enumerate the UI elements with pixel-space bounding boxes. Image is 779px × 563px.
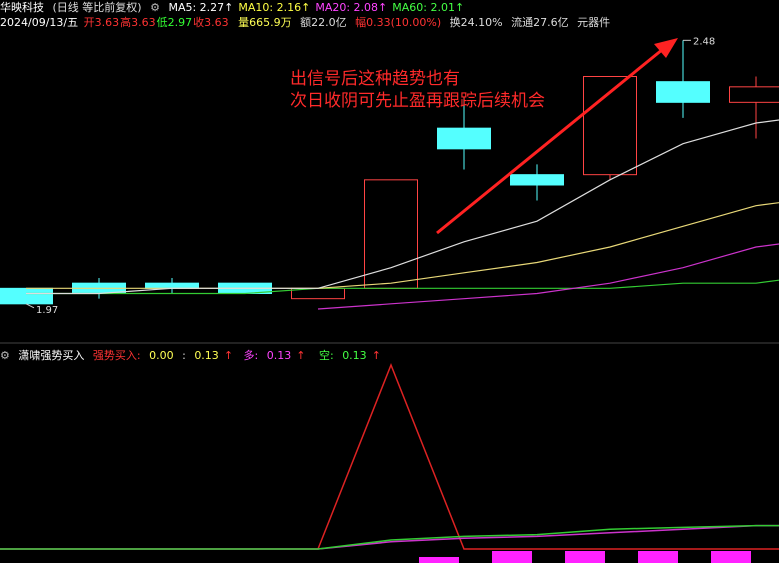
- short-up-arrow: ↑: [371, 349, 381, 362]
- header-row-quote: 2024/09/13/五 开3.63高3.63低2.97收3.63 量665.9…: [0, 16, 615, 30]
- ma-value-0: MA5: 2.27↑: [168, 1, 234, 14]
- ma-value-2: MA20: 2.08↑: [315, 1, 388, 14]
- indicator-name: 潇啸强势买入: [18, 349, 85, 362]
- short-value: 0.13: [342, 349, 367, 362]
- ma-values: MA5: 2.27↑ MA10: 2.16↑ MA20: 2.08↑ MA60: 2.…: [168, 1, 469, 14]
- indicator-settings-gear-icon[interactable]: ⚙: [0, 349, 10, 362]
- candle-body-7: [510, 174, 564, 186]
- signal-line: [0, 362, 779, 550]
- candle-body-6: [437, 127, 491, 150]
- strong-buy-value-1: 0.00: [149, 349, 174, 362]
- change-value: 幅0.33(10.00%): [355, 16, 442, 29]
- period-label: (日线 等比前复权): [52, 1, 142, 14]
- strong-buy-sep: :: [182, 349, 186, 362]
- ma60-line: [26, 279, 779, 295]
- candle-body-10: [729, 86, 779, 103]
- long-up-arrow: ↑: [296, 349, 306, 362]
- ma5-line: [26, 119, 779, 295]
- strong-buy-label: 强势买入: 0.00 : 0.13 ↑: [93, 349, 242, 362]
- short-label: 空:: [318, 349, 334, 362]
- sector-label: 元器件: [577, 16, 611, 29]
- ohlc-value-1: 高3.63: [120, 16, 156, 29]
- high-price-label: 2.48: [693, 36, 715, 47]
- indicator-bar-7: [565, 551, 605, 563]
- strong-buy-label-text: 强势买入:: [92, 349, 141, 362]
- ohlc-values: 开3.63高3.63低2.97收3.63: [84, 16, 230, 29]
- ma-value-1: MA10: 2.16↑: [238, 1, 311, 14]
- indicator-bar-6: [492, 551, 532, 563]
- header-row-ma: 华映科技 (日线 等比前复权) ⚙ MA5: 2.27↑ MA10: 2.16↑ M…: [0, 1, 474, 15]
- ma-value-3: MA60: 2.01↑: [392, 1, 465, 14]
- short-indicator: 空: 0.13 ↑: [319, 349, 386, 362]
- candle-body-2: [145, 282, 199, 289]
- quote-date: 2024/09/13/五: [0, 16, 79, 29]
- ohlc-value-2: 低2.97: [156, 16, 193, 29]
- short-line: [0, 524, 779, 550]
- ma10-line: [26, 202, 779, 289]
- low-price-label: 1.97: [36, 305, 58, 316]
- float-value: 流通27.6亿: [511, 16, 569, 29]
- candle-body-0: [0, 287, 53, 305]
- annotation-line-1: 出信号后这种趋势也有: [290, 69, 460, 89]
- strong-buy-value-2: 0.13: [194, 349, 219, 362]
- ma20-line: [317, 243, 779, 310]
- strong-up-arrow: ↑: [223, 349, 234, 362]
- ohlc-value-0: 开3.63: [83, 16, 120, 29]
- indicator-bar-8: [638, 551, 678, 563]
- long-line: [0, 524, 779, 550]
- indicator-bar-9: [711, 551, 751, 563]
- annotation-line-2: 次日收阴可先止盈再跟踪后续机会: [290, 91, 545, 111]
- indicator-bar-5: [419, 557, 459, 563]
- long-value: 0.13: [266, 349, 292, 362]
- settings-gear-icon[interactable]: ⚙: [150, 1, 160, 14]
- candle-body-5: [364, 179, 418, 289]
- ohlc-value-3: 收3.63: [193, 16, 229, 29]
- indicator-header: ⚙ 潇啸强势买入 强势买入: 0.00 : 0.13 ↑ 多: 0.13 ↑ 空: …: [0, 347, 391, 363]
- turnover-value: 换24.10%: [449, 16, 503, 29]
- candle-body-9: [656, 81, 710, 103]
- volume-value: 量665.9万: [238, 16, 292, 29]
- long-label: 多:: [243, 349, 259, 362]
- stock-name: 华映科技: [0, 1, 44, 14]
- low-price-tick: [25, 303, 35, 309]
- long-indicator: 多: 0.13 ↑: [244, 349, 314, 362]
- amount-value: 额22.0亿: [300, 16, 347, 29]
